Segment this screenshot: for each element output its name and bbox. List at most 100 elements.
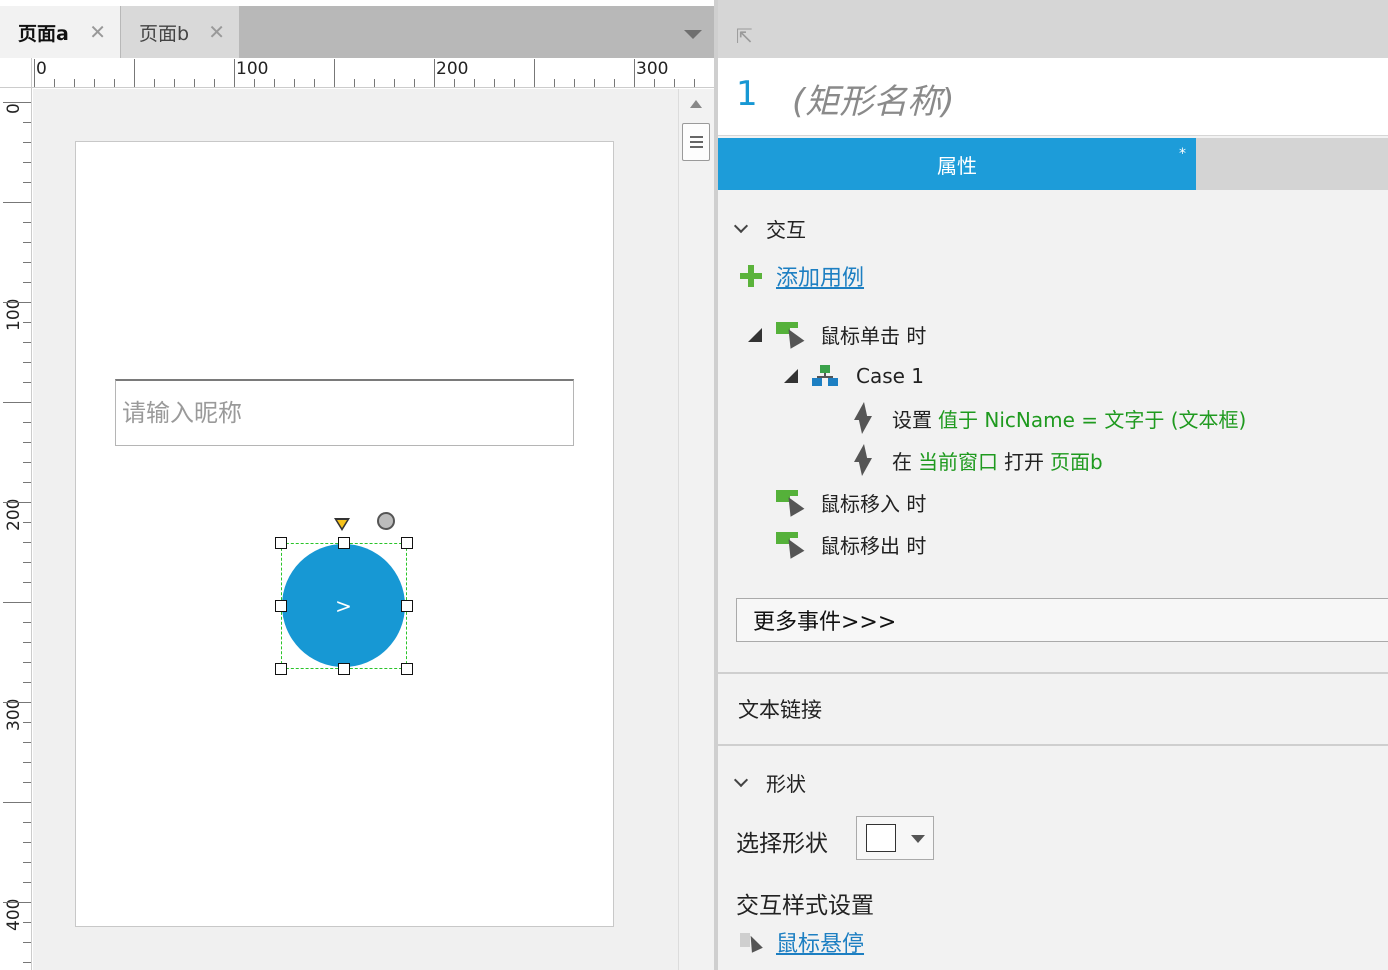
resize-handle-ne[interactable]	[401, 537, 413, 549]
event-mouse-enter[interactable]: 鼠标移入 时	[776, 488, 926, 517]
page-artboard[interactable]: >	[75, 141, 614, 927]
ruler-tick	[354, 79, 355, 87]
horizontal-ruler: 0 100 200 300	[32, 58, 714, 88]
ruler-tick	[23, 562, 31, 563]
tab-page-b[interactable]: 页面b ✕	[121, 6, 239, 58]
ruler-tick	[554, 79, 555, 87]
resize-handle-nw[interactable]	[275, 537, 287, 549]
section-interaction[interactable]: 交互	[733, 214, 806, 243]
ruler-label: 100	[4, 298, 24, 331]
ruler-tick	[214, 79, 215, 87]
tab-properties[interactable]: 属性 *	[718, 138, 1196, 190]
tab-label: 页面b	[139, 22, 190, 45]
ruler-tick	[23, 882, 31, 883]
anchor-marker-icon[interactable]	[334, 518, 350, 531]
rotate-handle[interactable]	[377, 512, 395, 530]
event-cursor-icon	[776, 321, 805, 349]
section-title: 交互	[766, 218, 806, 242]
ruler-tick	[23, 242, 31, 243]
close-icon[interactable]: ✕	[89, 20, 106, 44]
action-verb: 设置	[892, 407, 932, 432]
expand-icon[interactable]: ⇱	[736, 24, 753, 48]
ruler-tick	[23, 642, 31, 643]
panel-tabs: 属性 *	[718, 138, 1388, 190]
scroll-thumb[interactable]	[682, 123, 710, 161]
ruler-tick	[23, 122, 31, 123]
scroll-up-icon[interactable]	[690, 100, 702, 108]
close-icon[interactable]: ✕	[208, 20, 225, 44]
ruler-tick	[3, 102, 31, 103]
ruler-tick	[54, 79, 55, 87]
ruler-tick	[23, 142, 31, 143]
more-events-button[interactable]: 更多事件>>>	[736, 598, 1388, 642]
plus-icon[interactable]	[740, 265, 762, 287]
resize-handle-s[interactable]	[338, 663, 350, 675]
resize-handle-w[interactable]	[275, 600, 287, 612]
event-label: 鼠标移入 时	[820, 492, 927, 516]
vertical-scrollbar[interactable]	[678, 89, 714, 970]
ruler-tick	[454, 79, 455, 87]
resize-handle-e[interactable]	[401, 600, 413, 612]
interaction-style-label: 交互样式设置	[736, 893, 874, 919]
ruler-label: 400	[4, 898, 24, 931]
hover-style-row[interactable]: 鼠标悬停	[740, 926, 864, 958]
app-window: 页面a ✕ 页面b ✕ 0 100 200 300 0 100 200 300 …	[0, 0, 1388, 970]
chevron-down-icon[interactable]	[733, 772, 749, 787]
ruler-tick	[23, 482, 31, 483]
case-row[interactable]: Case 1	[784, 364, 924, 388]
action-set-value[interactable]: 设置 值于 NicName = 文字于 (文本框)	[850, 402, 1246, 434]
resize-handle-se[interactable]	[401, 663, 413, 675]
shape-name-bar[interactable]: 1 (矩形名称)	[718, 58, 1388, 136]
panel-header: ⇱	[718, 6, 1388, 58]
vertical-ruler: 0 100 200 300 400	[0, 88, 32, 970]
event-label: 鼠标移出 时	[820, 534, 927, 558]
event-cursor-icon	[776, 531, 805, 559]
ruler-tick	[654, 79, 655, 87]
ruler-tick	[23, 262, 31, 263]
collapse-triangle-icon[interactable]	[784, 369, 798, 383]
ruler-tick	[114, 79, 115, 87]
ruler-tick	[23, 662, 31, 663]
chevron-down-icon[interactable]	[733, 218, 749, 233]
nickname-textbox[interactable]	[115, 379, 574, 446]
ruler-tick	[3, 202, 31, 203]
divider	[718, 672, 1388, 674]
action-open-page[interactable]: 在 当前窗口 打开 页面b	[850, 444, 1103, 476]
select-shape-label: 选择形状	[736, 831, 828, 857]
nickname-input[interactable]	[116, 381, 573, 445]
resize-handle-sw[interactable]	[275, 663, 287, 675]
resize-handle-n[interactable]	[338, 537, 350, 549]
case-tree-icon	[812, 365, 838, 387]
ruler-tick	[334, 59, 335, 87]
ruler-tick	[23, 922, 31, 923]
event-click[interactable]: 鼠标单击 时	[748, 320, 926, 349]
ruler-tick	[394, 79, 395, 87]
ruler-tick	[23, 322, 31, 323]
ruler-corner	[0, 58, 32, 88]
ruler-tick	[23, 722, 31, 723]
add-case-row[interactable]: 添加用例	[740, 260, 864, 292]
ruler-tick	[23, 782, 31, 783]
section-title: 形状	[766, 772, 806, 796]
tab-page-a[interactable]: 页面a ✕	[0, 6, 120, 58]
selected-shape[interactable]: >	[275, 512, 413, 675]
shape-name-field[interactable]: (矩形名称)	[792, 74, 955, 123]
collapse-triangle-icon[interactable]	[748, 327, 762, 342]
ruler-tick	[23, 542, 31, 543]
ruler-tick	[3, 802, 31, 803]
event-mouse-leave[interactable]: 鼠标移出 时	[776, 530, 926, 559]
add-case-link[interactable]: 添加用例	[776, 260, 864, 292]
section-shape[interactable]: 形状	[733, 768, 806, 797]
tab-modified-marker: *	[1179, 146, 1186, 162]
design-canvas[interactable]: >	[33, 89, 678, 970]
chevron-down-icon[interactable]	[684, 30, 702, 39]
text-link-section[interactable]: 文本链接	[738, 694, 822, 724]
ruler-tick	[274, 79, 275, 87]
shape-select-dropdown[interactable]	[856, 816, 934, 860]
ruler-tick	[3, 302, 31, 303]
lightning-icon	[850, 444, 876, 476]
circle-button[interactable]: >	[282, 544, 405, 667]
hover-style-link[interactable]: 鼠标悬停	[776, 926, 864, 958]
divider	[718, 744, 1388, 746]
ruler-tick	[23, 442, 31, 443]
